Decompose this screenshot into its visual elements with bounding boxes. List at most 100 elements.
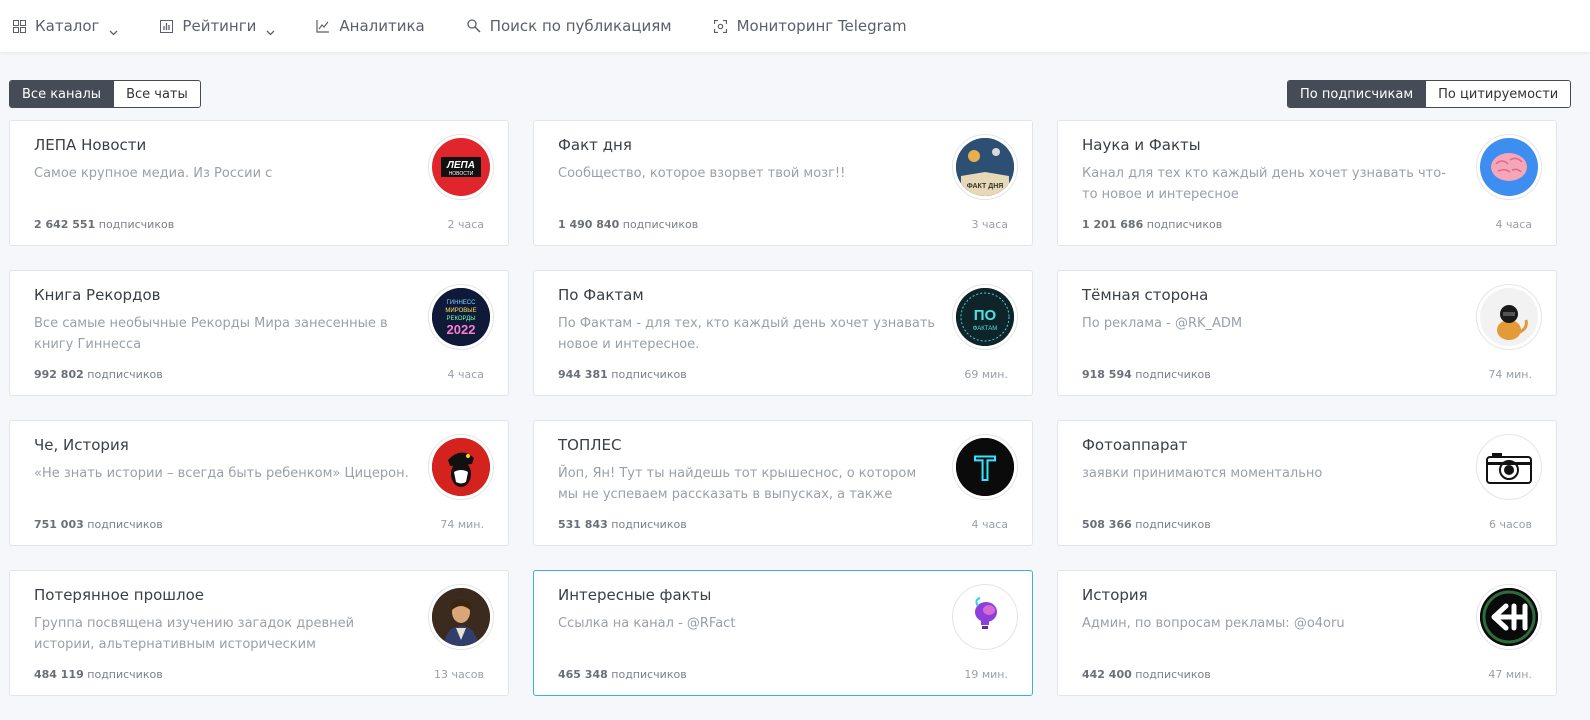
svg-text:ГИННЕСС: ГИННЕСС bbox=[447, 300, 477, 306]
channel-card[interactable]: История Админ, по вопросам рекламы: @o4o… bbox=[1057, 570, 1557, 696]
update-time: 2 часа bbox=[447, 218, 484, 231]
channel-card[interactable]: Потерянное прошлое Группа посвящена изуч… bbox=[9, 570, 509, 696]
update-time: 74 мин. bbox=[1488, 368, 1532, 381]
guinness-records-icon: ГИННЕСС МИРОВЫЕ РЕКОРДЫ 2022 bbox=[432, 288, 490, 346]
channel-avatar bbox=[1476, 284, 1542, 350]
sort-by-citation-button[interactable]: По цитируемости bbox=[1425, 81, 1571, 107]
channel-description: Группа посвящена изучению загадок древне… bbox=[34, 616, 355, 652]
brain-icon bbox=[1480, 138, 1538, 196]
svg-text:НОВОСТИ: НОВОСТИ bbox=[449, 171, 474, 177]
channel-card[interactable]: Фотоаппарат заявки принимаются моменталь… bbox=[1057, 420, 1557, 546]
channel-card[interactable]: По Фактам По Фактам - для тех, кто кажды… bbox=[533, 270, 1033, 396]
subscriber-count: 992 802 подписчиков bbox=[34, 368, 163, 381]
update-time: 4 часа bbox=[1495, 218, 1532, 231]
channel-avatar: T bbox=[952, 434, 1018, 500]
channel-description: Канал для тех кто каждый день хочет узна… bbox=[1082, 166, 1446, 202]
channel-card[interactable]: ЛЕПА Новости Самое крупное медиа. Из Рос… bbox=[9, 120, 509, 246]
update-time: 6 часов bbox=[1489, 518, 1532, 531]
channel-title: История bbox=[1082, 586, 1148, 604]
channel-description: Ссылка на канал - @RFact bbox=[558, 616, 736, 631]
subscriber-count: 484 119 подписчиков bbox=[34, 668, 163, 681]
svg-text:МИРОВЫЕ: МИРОВЫЕ bbox=[445, 308, 476, 314]
channel-description: Самое крупное медиа. Из России с bbox=[34, 166, 273, 181]
channel-avatar: ГИННЕСС МИРОВЫЕ РЕКОРДЫ 2022 bbox=[428, 284, 494, 350]
svg-text:T: T bbox=[975, 450, 996, 488]
nav-analytics-label: Аналитика bbox=[339, 17, 425, 35]
channel-avatar bbox=[1476, 434, 1542, 500]
channel-description: Админ, по вопросам рекламы: @o4oru bbox=[1082, 616, 1345, 631]
po-faktam-logo-icon: ПО ФАКТАМ bbox=[956, 288, 1014, 346]
scan-icon bbox=[714, 19, 728, 33]
nav-analytics[interactable]: Аналитика bbox=[316, 17, 425, 35]
channel-card[interactable]: ТОПЛЕС Йоп, Ян! Тут ты найдешь тот крыше… bbox=[533, 420, 1033, 546]
subscriber-count: 531 843 подписчиков bbox=[558, 518, 687, 531]
space-book-icon: ФАКТ ДНЯ bbox=[956, 138, 1014, 196]
update-time: 74 мин. bbox=[440, 518, 484, 531]
channel-title: Интересные факты bbox=[558, 586, 712, 604]
channel-description: Йоп, Ян! Тут ты найдешь тот крышеснос, о… bbox=[558, 466, 917, 502]
channel-card[interactable]: Че, История «Не знать истории – всегда б… bbox=[9, 420, 509, 546]
update-time: 3 часа bbox=[971, 218, 1008, 231]
channel-avatar bbox=[1476, 584, 1542, 650]
nav-search-label: Поиск по публикациям bbox=[489, 17, 672, 35]
svg-text:ЛЕПА: ЛЕПА bbox=[446, 160, 475, 171]
subscriber-count: 944 381 подписчиков bbox=[558, 368, 687, 381]
update-time: 19 мин. bbox=[964, 668, 1008, 681]
channel-avatar bbox=[428, 434, 494, 500]
svg-text:ФАКТ ДНЯ: ФАКТ ДНЯ bbox=[967, 183, 1004, 190]
nav-ratings-label: Рейтинги bbox=[182, 17, 257, 35]
channel-avatar bbox=[1476, 134, 1542, 200]
channel-card[interactable]: Книга Рекордов Все самые необычные Рекор… bbox=[9, 270, 509, 396]
bar-chart-icon bbox=[159, 19, 173, 33]
grid-icon bbox=[12, 19, 26, 33]
update-time: 13 часов bbox=[434, 668, 484, 681]
channel-card[interactable]: Интересные факты Ссылка на канал - @RFac… bbox=[533, 570, 1033, 696]
nav-monitoring[interactable]: Мониторинг Telegram bbox=[714, 17, 907, 35]
update-time: 69 мин. bbox=[964, 368, 1008, 381]
sort-by-subscribers-button[interactable]: По подписчикам bbox=[1288, 81, 1426, 107]
update-time: 4 часа bbox=[971, 518, 1008, 531]
chevron-down-icon bbox=[109, 22, 118, 36]
channel-title: ЛЕПА Новости bbox=[34, 136, 147, 154]
channel-title: Наука и Факты bbox=[1082, 136, 1201, 154]
dark-side-cat-icon bbox=[1480, 288, 1538, 346]
subscriber-count: 465 348 подписчиков bbox=[558, 668, 687, 681]
nav-catalog-label: Каталог bbox=[35, 17, 100, 35]
channel-card[interactable]: Наука и Факты Канал для тех кто каждый д… bbox=[1057, 120, 1557, 246]
subscriber-count: 442 400 подписчиков bbox=[1082, 668, 1211, 681]
svg-text:ПО: ПО bbox=[974, 307, 997, 324]
history-logo-icon bbox=[1480, 588, 1538, 646]
camera-icon bbox=[1480, 438, 1538, 496]
lightbulb-brain-icon bbox=[956, 588, 1014, 646]
subscriber-count: 508 366 подписчиков bbox=[1082, 518, 1211, 531]
channel-avatar: ЛЕПА НОВОСТИ bbox=[428, 134, 494, 200]
channel-title: Че, История bbox=[34, 436, 129, 454]
all-channels-button[interactable]: Все каналы bbox=[10, 81, 114, 107]
top-navigation: Каталог Рейтинги Аналитика Поиск по публ… bbox=[0, 0, 1590, 52]
nav-monitoring-label: Мониторинг Telegram bbox=[736, 17, 907, 35]
channel-avatar: ФАКТ ДНЯ bbox=[952, 134, 1018, 200]
channel-description: Сообщество, которое взорвет твой мозг!! bbox=[558, 166, 846, 181]
subscriber-count: 2 642 551 подписчиков bbox=[34, 218, 175, 231]
svg-text:ФАКТАМ: ФАКТАМ bbox=[973, 326, 997, 332]
channel-title: Тёмная сторона bbox=[1082, 286, 1209, 304]
channel-type-filter: Все каналы Все чаты bbox=[9, 80, 201, 108]
all-chats-button[interactable]: Все чаты bbox=[113, 81, 200, 107]
update-time: 4 часа bbox=[447, 368, 484, 381]
nav-search[interactable]: Поиск по публикациям bbox=[467, 17, 672, 35]
nav-ratings[interactable]: Рейтинги bbox=[159, 17, 275, 36]
channel-title: Книга Рекордов bbox=[34, 286, 161, 304]
channel-avatar: ПО ФАКТАМ bbox=[952, 284, 1018, 350]
subscriber-count: 918 594 подписчиков bbox=[1082, 368, 1211, 381]
channel-title: Фотоаппарат bbox=[1082, 436, 1188, 454]
channel-description: Все самые необычные Рекорды Мира занесен… bbox=[34, 316, 388, 352]
search-icon bbox=[467, 19, 481, 33]
channel-card[interactable]: Тёмная сторона По реклама - @RK_ADM 918 … bbox=[1057, 270, 1557, 396]
nav-catalog[interactable]: Каталог bbox=[12, 17, 118, 36]
channel-title: Потерянное прошлое bbox=[34, 586, 204, 604]
svg-text:2022: 2022 bbox=[447, 322, 476, 337]
update-time: 47 мин. bbox=[1488, 668, 1532, 681]
channel-card[interactable]: Факт дня Сообщество, которое взорвет тво… bbox=[533, 120, 1033, 246]
subscriber-count: 1 490 840 подписчиков bbox=[558, 218, 699, 231]
topless-logo-icon: T bbox=[956, 438, 1014, 496]
